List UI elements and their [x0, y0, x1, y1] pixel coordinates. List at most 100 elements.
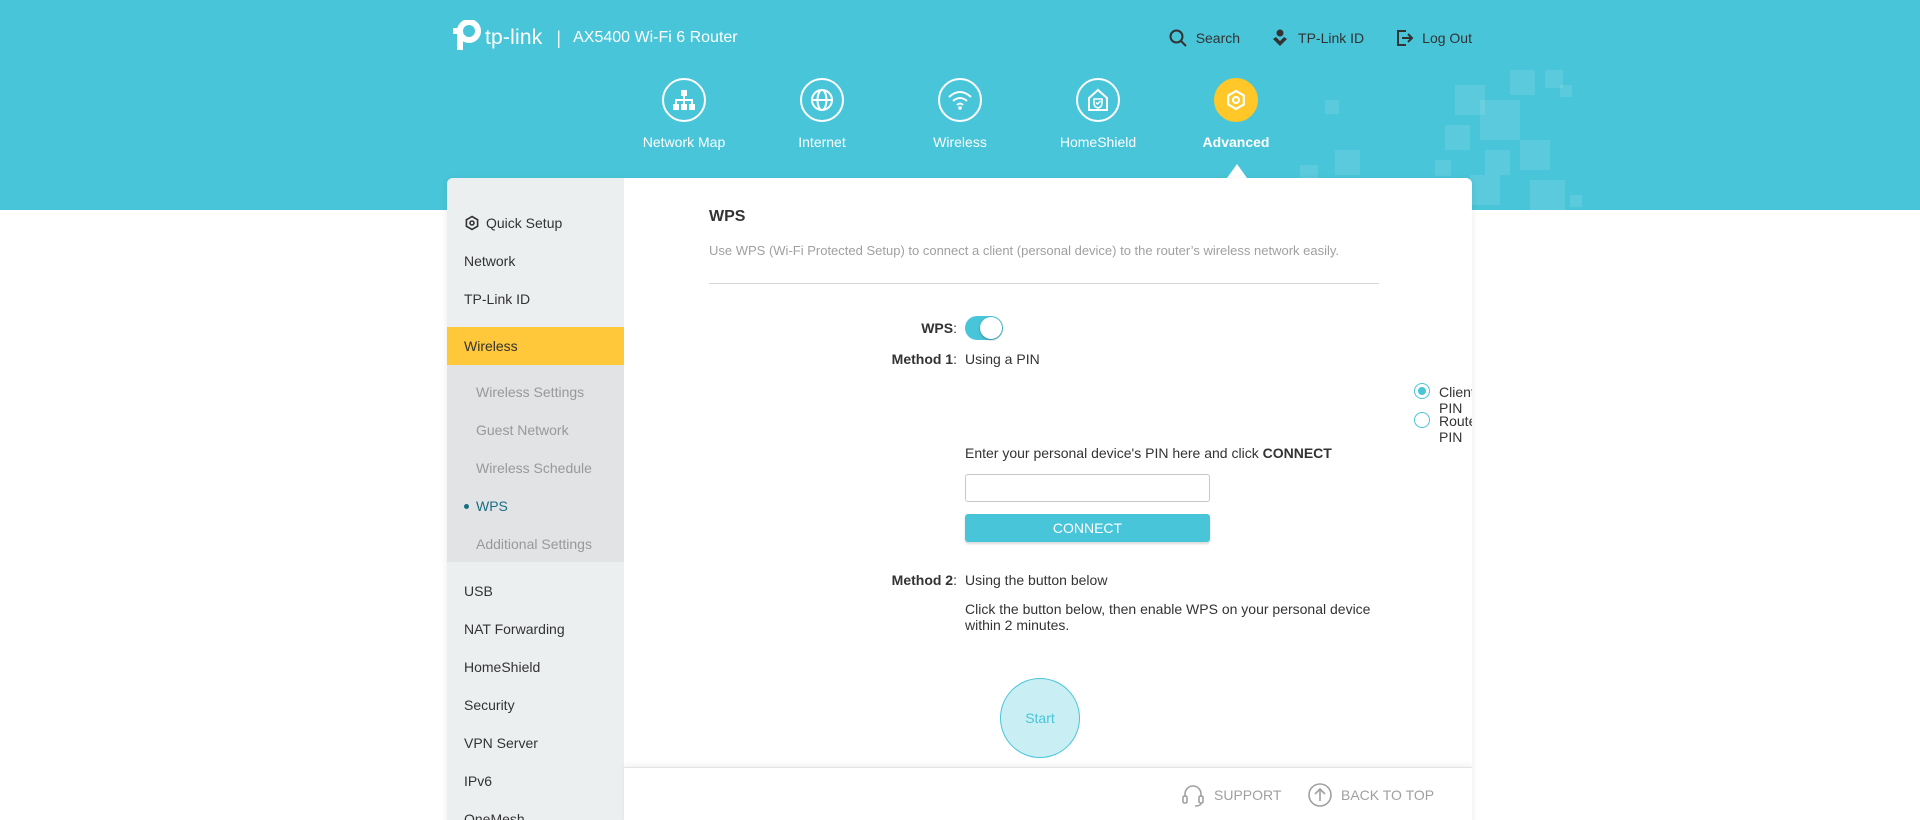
sidebar: Quick Setup Network TP-Link ID Wireless …	[447, 178, 624, 820]
nav-label: Internet	[798, 134, 846, 150]
connect-button[interactable]: CONNECT	[965, 514, 1210, 542]
sidebar-item-label: Network	[464, 253, 516, 269]
brand-logo[interactable]: tp-link	[447, 20, 542, 56]
method1-text: Using a PIN	[965, 351, 1040, 367]
nav-internet[interactable]: Internet	[762, 78, 882, 150]
decor-pixel	[1530, 180, 1565, 210]
label-colon: :	[953, 572, 957, 588]
tplink-id-button[interactable]: TP-Link ID	[1270, 28, 1364, 48]
brand-name: tp-link	[485, 26, 543, 49]
support-link[interactable]: SUPPORT	[1180, 782, 1281, 808]
sidebar-item-network[interactable]: Network	[447, 242, 624, 280]
nav-label: Wireless	[933, 134, 987, 150]
sidebar-item-nat-forwarding[interactable]: NAT Forwarding	[447, 610, 624, 648]
gear-icon	[1227, 89, 1245, 111]
sidebar-item-wireless[interactable]: Wireless	[447, 327, 624, 365]
sidebar-item-vpn-server[interactable]: VPN Server	[447, 724, 624, 762]
model-name: AX5400 Wi-Fi 6 Router	[573, 29, 738, 46]
sidebar-item-label: Wireless	[464, 338, 518, 354]
tplink-id-label: TP-Link ID	[1298, 30, 1365, 46]
sidebar-item-label: USB	[464, 583, 493, 599]
decor-pixel	[1470, 175, 1500, 205]
title-divider	[709, 283, 1379, 284]
toggle-knob	[980, 317, 1002, 339]
start-button[interactable]: Start	[1000, 678, 1080, 758]
back-to-top-link[interactable]: BACK TO TOP	[1307, 782, 1434, 808]
footer: SUPPORT BACK TO TOP	[624, 767, 1472, 820]
sidebar-item-label: TP-Link ID	[464, 291, 531, 307]
search-button[interactable]: Search	[1168, 28, 1240, 48]
sidebar-subitem-label: Guest Network	[476, 422, 569, 438]
top-bar: tp-link | AX5400 Wi-Fi 6 Router Search T…	[447, 18, 1472, 58]
support-label: SUPPORT	[1214, 787, 1282, 803]
wifi-icon	[948, 91, 972, 110]
page-description: Use WPS (Wi-Fi Protected Setup) to conne…	[709, 243, 1340, 258]
sidebar-item-label: NAT Forwarding	[464, 621, 565, 637]
sidebar-item-onemesh[interactable]: OneMesh	[447, 800, 624, 820]
sidebar-item-label: IPv6	[464, 773, 493, 789]
nav-label: Network Map	[642, 134, 726, 150]
brand-separator: |	[556, 27, 562, 48]
decor-pixel	[1570, 195, 1582, 207]
sidebar-subitem-wps[interactable]: WPS	[447, 487, 624, 525]
headset-icon	[1182, 785, 1204, 807]
main-nav: Network Map Internet Wireless HomeShield…	[0, 78, 1920, 178]
nav-wireless[interactable]: Wireless	[900, 78, 1020, 150]
sidebar-item-label: OneMesh	[464, 811, 525, 820]
pin-input[interactable]	[965, 474, 1210, 502]
router-pin-radio[interactable]	[1414, 412, 1430, 428]
page-title: WPS	[709, 208, 746, 225]
label-colon: :	[953, 351, 957, 367]
nav-circle	[938, 78, 982, 122]
nav-circle	[1214, 78, 1258, 122]
nav-circle	[800, 78, 844, 122]
sidebar-subitem-additional-settings[interactable]: Additional Settings	[447, 525, 624, 563]
sidebar-item-label: Quick Setup	[486, 215, 563, 231]
active-dot-icon	[464, 504, 469, 509]
router-pin-label[interactable]: Router's PIN	[1439, 413, 1472, 445]
nav-active-caret	[1227, 164, 1247, 178]
sidebar-item-usb[interactable]: USB	[447, 572, 624, 610]
homeshield-icon	[1088, 88, 1108, 111]
sidebar-item-tplink-id[interactable]: TP-Link ID	[447, 280, 624, 318]
sidebar-item-label: Security	[464, 697, 515, 713]
nav-advanced[interactable]: Advanced	[1176, 78, 1296, 150]
logout-icon	[1397, 30, 1414, 46]
logout-button[interactable]: Log Out	[1394, 28, 1472, 48]
sidebar-subitem-wireless-schedule[interactable]: Wireless Schedule	[447, 449, 624, 487]
method1-label: Method 1:	[817, 351, 957, 367]
nav-network-map[interactable]: Network Map	[624, 78, 744, 150]
content-area: WPS Use WPS (Wi-Fi Protected Setup) to c…	[624, 178, 1472, 820]
tplink-id-icon	[1273, 29, 1288, 46]
wps-label-text: WPS	[921, 320, 954, 336]
sidebar-item-ipv6[interactable]: IPv6	[447, 762, 624, 800]
nav-circle	[662, 78, 706, 122]
method1-label-text: Method 1	[891, 351, 954, 367]
nav-circle	[1076, 78, 1120, 122]
quick-setup-icon	[465, 215, 479, 231]
sidebar-item-homeshield[interactable]: HomeShield	[447, 648, 624, 686]
sidebar-subitem-label: Wireless Settings	[476, 384, 585, 400]
back-to-top-label: BACK TO TOP	[1341, 787, 1435, 803]
sidebar-subitem-wireless-settings[interactable]: Wireless Settings	[447, 373, 624, 411]
sidebar-item-quick-setup[interactable]: Quick Setup	[447, 204, 624, 242]
network-map-icon	[673, 90, 695, 110]
nav-label: Advanced	[1202, 134, 1270, 150]
sidebar-subitem-label: Additional Settings	[476, 536, 592, 552]
client-pin-label[interactable]: Client's PIN	[1439, 384, 1472, 416]
top-actions: Search TP-Link ID Log Out	[1168, 28, 1472, 48]
wps-toggle-label: WPS:	[817, 320, 957, 336]
method2-instruction: Click the button below, then enable WPS …	[965, 601, 1371, 633]
sidebar-item-label: HomeShield	[464, 659, 541, 675]
nav-label: HomeShield	[1059, 134, 1137, 150]
search-icon	[1169, 29, 1187, 47]
sidebar-item-security[interactable]: Security	[447, 686, 624, 724]
pin-instruction-text: Enter your personal device's PIN here an…	[965, 445, 1263, 461]
nav-homeshield[interactable]: HomeShield	[1038, 78, 1158, 150]
sidebar-subitem-guest-network[interactable]: Guest Network	[447, 411, 624, 449]
main-panel: Quick Setup Network TP-Link ID Wireless …	[447, 178, 1472, 820]
wps-toggle[interactable]	[965, 316, 1003, 340]
client-pin-radio[interactable]	[1414, 383, 1430, 399]
method2-text: Using the button below	[965, 572, 1108, 588]
sidebar-subitem-label: Wireless Schedule	[476, 460, 592, 476]
